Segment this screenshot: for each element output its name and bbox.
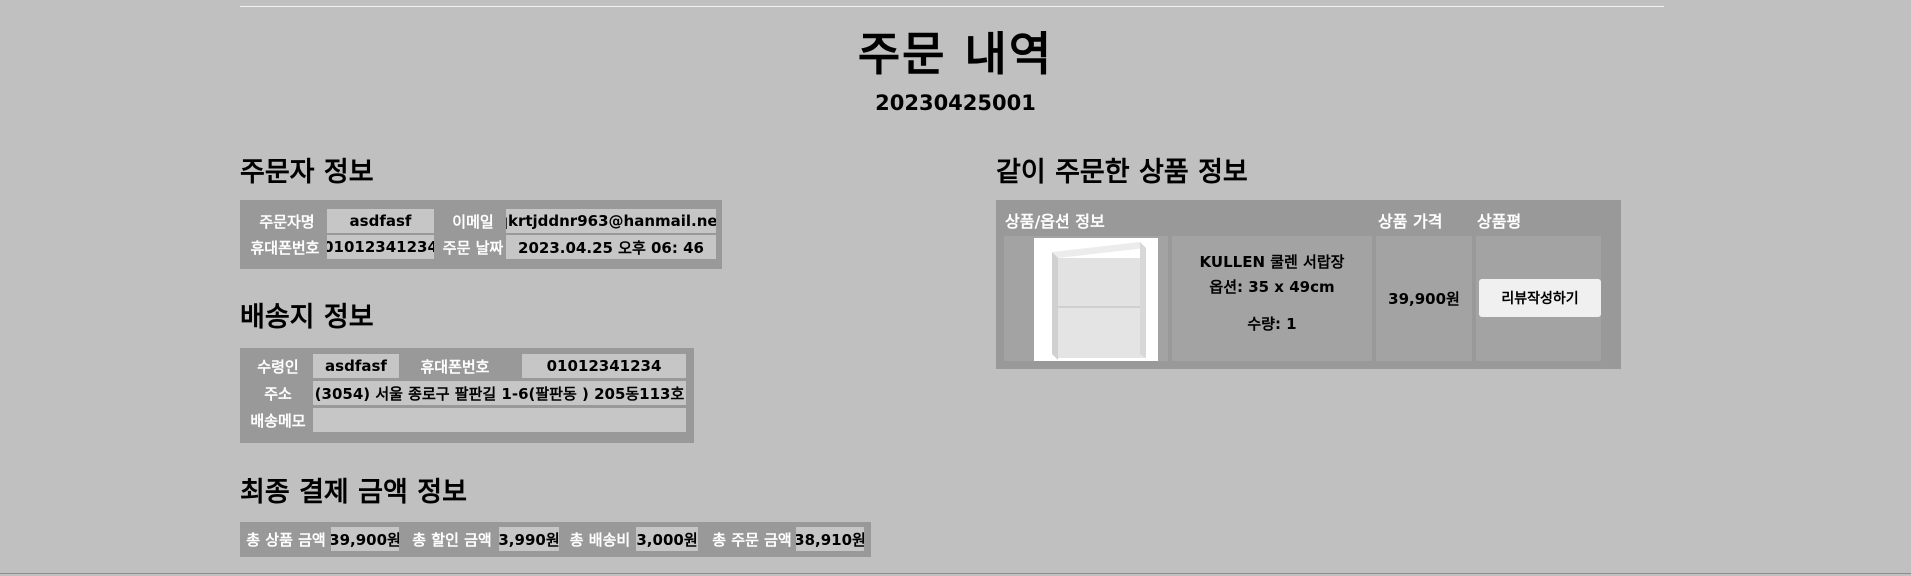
- discount-label: 총 할인 금액: [412, 530, 492, 549]
- address-value: (3054) 서울 종로구 팔판길 1-6(팔판동 ) 205동113호: [313, 381, 686, 405]
- orderer-section-title: 주문자 정보: [240, 157, 374, 188]
- memo-label: 배송메모: [250, 411, 306, 430]
- shipping-info-table: 수령인 asdfasf 휴대폰번호 01012341234 주소 (3054) …: [240, 348, 694, 443]
- order-number: 20230425001: [875, 91, 1036, 115]
- order-total-value: 38,910원: [796, 527, 864, 551]
- shipping-fee-value: 3,000원: [636, 527, 698, 551]
- orderer-phone-label: 휴대폰번호: [250, 238, 320, 257]
- products-section-title: 같이 주문한 상품 정보: [996, 157, 1248, 188]
- receiver-value: asdfasf: [313, 354, 399, 378]
- product-image[interactable]: [1034, 238, 1158, 361]
- drawer-chest-icon: [1052, 242, 1146, 360]
- product-option: 옵션: 35 x 49cm: [1209, 278, 1335, 296]
- receiver-label: 수령인: [257, 357, 299, 376]
- header-review: 상품평: [1477, 212, 1522, 231]
- orderer-info-table: 주문자명 asdfasf 이메일 qkrtjddnr963@hanmail.ne…: [240, 200, 722, 269]
- top-divider: [240, 6, 1664, 7]
- header-product-info: 상품/옵션 정보: [1005, 212, 1105, 231]
- shipping-fee-label: 총 배송비: [569, 530, 631, 549]
- orderer-name-label: 주문자명: [259, 212, 315, 231]
- payment-info-table: 총 상품 금액 39,900원 총 할인 금액 3,990원 총 배송비 3,0…: [240, 522, 871, 557]
- product-total-label: 총 상품 금액: [246, 530, 326, 549]
- products-table: 상품/옵션 정보 상품 가격 상품평 KULLEN 쿨렌 서랍장 옵션: 35 …: [996, 200, 1621, 369]
- payment-section-title: 최종 결제 금액 정보: [240, 477, 467, 508]
- discount-value: 3,990원: [499, 527, 559, 551]
- product-price-cell: 39,900원: [1376, 236, 1472, 361]
- order-date-value: 2023.04.25 오후 06: 46: [506, 235, 716, 259]
- bottom-divider: [0, 573, 1911, 574]
- address-label: 주소: [264, 384, 292, 403]
- product-total-value: 39,900원: [331, 527, 399, 551]
- orderer-email-label: 이메일: [452, 212, 494, 231]
- product-image-cell: [1004, 236, 1168, 361]
- shipping-phone-label: 휴대폰번호: [420, 357, 490, 376]
- order-date-label: 주문 날짜: [442, 238, 504, 257]
- orderer-email-value: qkrtjddnr963@hanmail.net: [506, 209, 716, 233]
- product-price: 39,900원: [1388, 290, 1460, 308]
- product-info-cell: KULLEN 쿨렌 서랍장 옵션: 35 x 49cm 수량: 1: [1172, 236, 1372, 361]
- orderer-phone-value: 01012341234: [327, 235, 434, 259]
- memo-value: [313, 408, 686, 432]
- product-name[interactable]: KULLEN 쿨렌 서랍장: [1172, 251, 1372, 272]
- write-review-button[interactable]: 리뷰작성하기: [1479, 279, 1601, 317]
- page-title: 주문 내역: [857, 27, 1054, 81]
- shipping-phone-value: 01012341234: [522, 354, 686, 378]
- order-total-label: 총 주문 금액: [712, 530, 792, 549]
- orderer-name-value: asdfasf: [327, 209, 434, 233]
- shipping-section-title: 배송지 정보: [240, 302, 374, 333]
- product-review-cell: 리뷰작성하기: [1476, 236, 1601, 361]
- product-quantity: 수량: 1: [1247, 315, 1297, 333]
- header-product-price: 상품 가격: [1378, 212, 1443, 231]
